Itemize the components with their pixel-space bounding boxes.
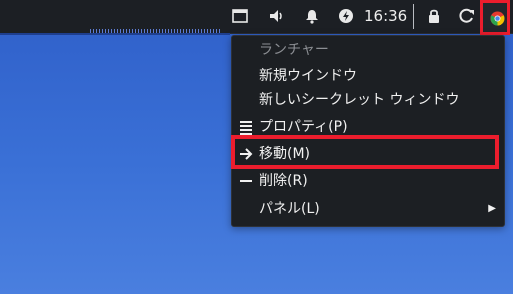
menu-item-properties[interactable]: プロパティ(P) (232, 114, 504, 140)
menu-item-delete[interactable]: 削除(R) (232, 168, 504, 194)
panel-strip (0, 33, 230, 35)
network-graph (90, 29, 220, 33)
launcher-context-menu: ランチャー 新規ウインドウ 新しいシークレット ウィンドウ プロパティ(P) 移… (231, 35, 505, 227)
lock-icon[interactable] (425, 7, 443, 25)
menu-item-panel[interactable]: パネル(L) ▶ (232, 196, 504, 222)
menu-item-move[interactable]: 移動(M) (232, 141, 504, 167)
refresh-icon[interactable] (458, 7, 476, 25)
battery-icon[interactable] (337, 7, 355, 25)
minus-icon (238, 168, 254, 194)
arrow-icon (238, 141, 254, 167)
speaker-icon[interactable] (267, 7, 285, 25)
menu-item-new-window[interactable]: 新規ウインドウ (232, 63, 504, 89)
bell-icon[interactable] (303, 7, 321, 25)
window-icon[interactable] (231, 7, 249, 25)
chrome-launcher-button[interactable] (480, 0, 510, 35)
chevron-right-icon: ▶ (488, 203, 496, 214)
tray-separator (413, 4, 414, 29)
chrome-icon (490, 11, 505, 26)
menu-item-incognito-window[interactable]: 新しいシークレット ウィンドウ (232, 87, 504, 113)
list-icon (238, 114, 254, 140)
menu-title: ランチャー (259, 42, 329, 58)
clock[interactable]: 16:36 (364, 7, 407, 25)
